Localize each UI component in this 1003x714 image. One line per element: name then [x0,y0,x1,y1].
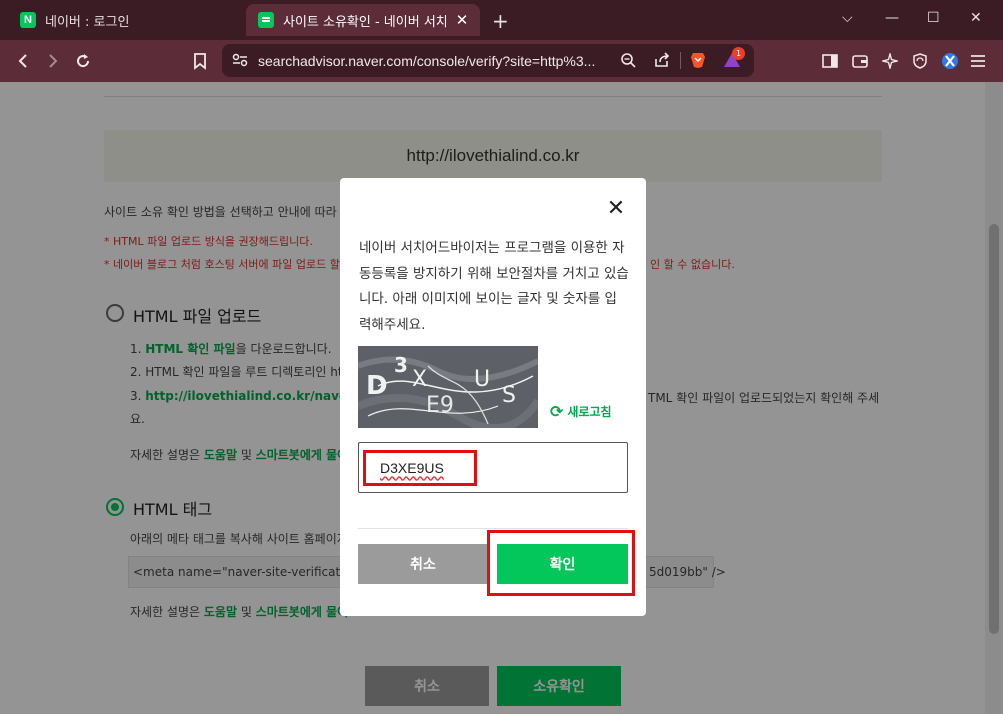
maximize-icon[interactable]: ☐ [927,10,940,26]
captcha-description: 네이버 서치어드바이저는 프로그램을 이용한 자동등록을 방지하기 위해 보안절… [359,240,629,333]
extension-icon[interactable] [938,49,962,73]
window-close-icon[interactable]: ✕ [970,10,982,26]
reload-icon[interactable] [71,49,95,73]
tab-title: 네이버 : 로그인 [45,14,130,30]
bookmark-icon[interactable] [188,49,212,73]
tab-close-icon[interactable]: ✕ [452,11,472,29]
refresh-icon: ⟳ [550,402,564,421]
tab-site-verify[interactable]: 사이트 소유확인 - 네이버 서치 ✕ [246,4,480,36]
address-bar[interactable]: searchadvisor.naver.com/console/verify?s… [222,44,754,77]
confirm-highlight-box [487,530,635,596]
captcha-modal: ✕ 네이버 서치어드바이저는 프로그램을 이용한 자동등록을 방지하기 위해 보… [340,178,646,616]
tab-naver-login[interactable]: N 네이버 : 로그인 [8,0,238,40]
menu-icon[interactable] [966,49,990,73]
close-icon[interactable]: ✕ [604,196,628,221]
svg-text:U: U [474,367,490,392]
svg-text:D: D [366,371,388,401]
input-highlight-box [363,450,477,486]
tab-title: 사이트 소유확인 - 네이버 서치 [283,14,448,30]
minimize-icon[interactable]: — [885,10,899,26]
share-icon[interactable] [652,50,672,70]
refresh-captcha-button[interactable]: ⟳ 새로고침 [550,402,612,421]
svg-text:E9: E9 [426,393,454,418]
svg-text:X: X [412,367,427,392]
rewards-badge: 1 [732,47,745,60]
refresh-label: 새로고침 [567,405,612,419]
vpn-icon[interactable] [908,49,932,73]
forward-icon[interactable] [40,49,64,73]
captcha-image: D 3 X E9 U S [358,346,538,428]
leo-ai-icon[interactable] [878,49,902,73]
site-settings-icon[interactable] [230,50,250,70]
searchadvisor-favicon-icon [258,12,274,28]
brave-shields-icon[interactable] [688,50,708,70]
svg-text:3: 3 [394,353,408,377]
modal-divider [358,528,628,529]
url-divider [680,52,681,69]
new-tab-button[interactable]: + [492,9,509,33]
zoom-icon[interactable] [618,50,638,70]
back-icon[interactable] [12,49,36,73]
sidebar-icon[interactable] [818,49,842,73]
naver-favicon-icon: N [20,12,36,28]
modal-cancel-button[interactable]: 취소 [358,544,488,584]
wallet-icon[interactable] [848,49,872,73]
brave-rewards-icon[interactable]: 1 [722,47,745,70]
tab-bar: N 네이버 : 로그인 사이트 소유확인 - 네이버 서치 ✕ + ⌵ — ☐ … [0,0,1003,40]
tab-list-chevron-icon[interactable]: ⌵ [842,10,853,26]
navigation-bar: searchadvisor.naver.com/console/verify?s… [0,40,1003,82]
url-text: searchadvisor.naver.com/console/verify?s… [258,52,596,69]
